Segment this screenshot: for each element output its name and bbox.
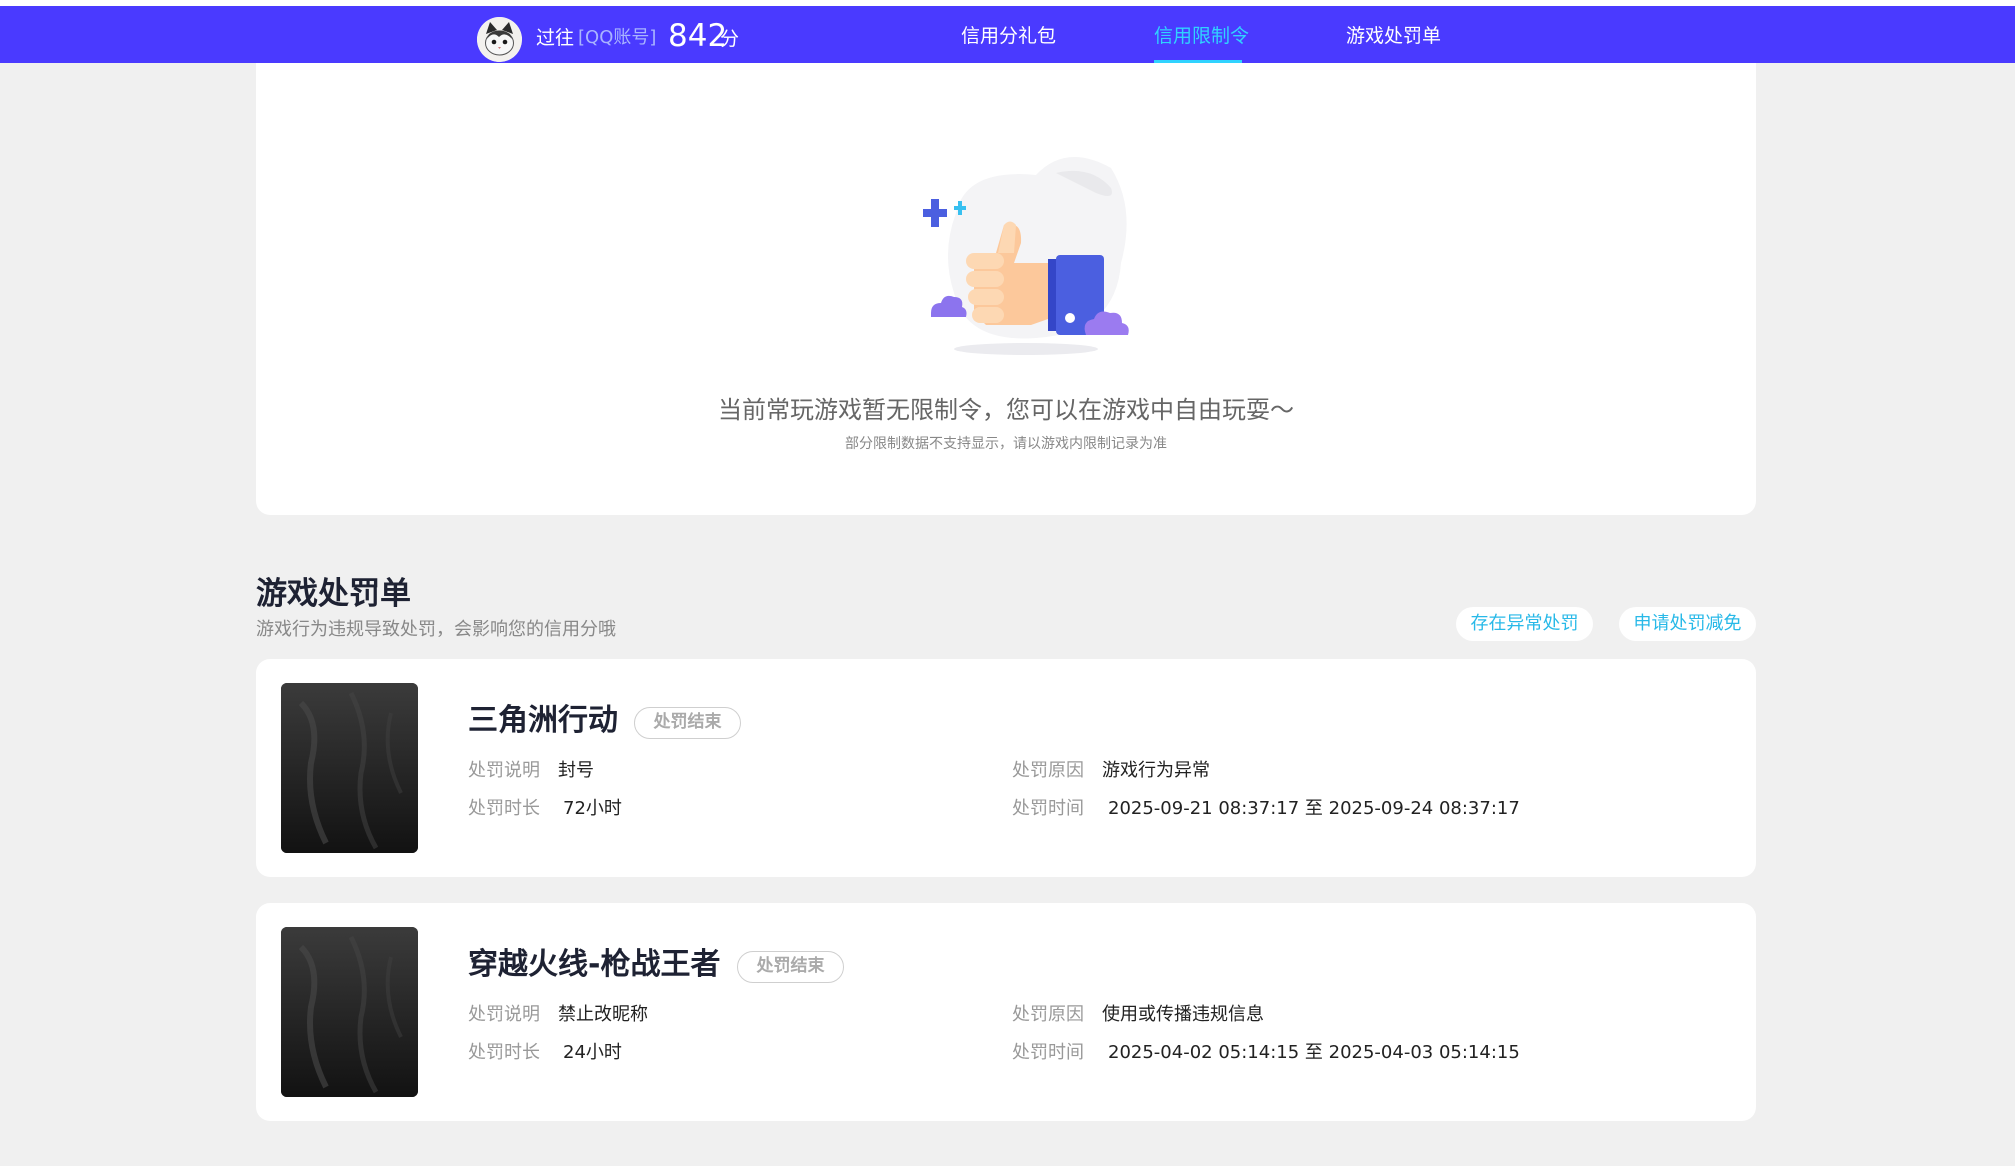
penalty-time-label: 处罚时间 [1012,798,1084,819]
penalty-section-title: 游戏处罚单 [256,576,411,612]
penalty-desc-label: 处罚说明 [468,760,540,781]
score-unit: 分 [720,28,740,50]
status-badge: 处罚结束 [737,951,844,983]
thumbs-up-illustration-icon [923,157,1129,355]
penalty-reason-value: 使用或传播违规信息 [1102,1004,1264,1025]
tab-credit-gift[interactable]: 信用分礼包 [961,20,1056,52]
game-thumbnail [281,927,418,1097]
empty-state-title: 当前常玩游戏暂无限制令，您可以在游戏中自由玩耍～ [718,396,1294,424]
game-cover-image-icon [281,683,418,853]
penalty-desc-value: 封号 [558,760,594,781]
penalty-reason-label: 处罚原因 [1012,1004,1084,1025]
apply-reduction-button[interactable]: 申请处罚减免 [1619,607,1756,641]
cat-avatar-icon [477,17,522,62]
status-badge: 处罚结束 [634,707,741,739]
penalty-duration-label: 处罚时长 [468,1042,540,1063]
tab-credit-restriction[interactable]: 信用限制令 [1154,20,1249,52]
tab-game-penalty[interactable]: 游戏处罚单 [1346,20,1441,52]
top-nav-bar: 过往 [QQ账号] 842 分 信用分礼包 信用限制令 游戏处罚单 [0,6,2015,63]
game-cover-image-icon [281,927,418,1097]
penalty-reason-label: 处罚原因 [1012,760,1084,781]
empty-state-subtitle: 部分限制数据不支持显示，请以游戏内限制记录为准 [845,436,1167,452]
penalty-duration-label: 处罚时长 [468,798,540,819]
penalty-reason-value: 游戏行为异常 [1102,760,1210,781]
penalty-desc-label: 处罚说明 [468,1004,540,1025]
avatar[interactable] [477,17,522,62]
credit-score: 842 [668,18,728,54]
penalty-section-subtitle: 游戏行为违规导致处罚，会影响您的信用分哦 [256,619,616,640]
penalty-duration-value: 72小时 [563,798,622,819]
penalty-card[interactable]: 穿越火线-枪战王者 处罚结束 处罚说明 禁止改昵称 处罚时长 24小时 处罚原因… [256,903,1756,1121]
penalty-time-value: 2025-04-02 05:14:15 至 2025-04-03 05:14:1… [1108,1042,1520,1063]
penalty-desc-value: 禁止改昵称 [558,1004,648,1025]
penalty-time-value: 2025-09-21 08:37:17 至 2025-09-24 08:37:1… [1108,798,1520,819]
penalty-duration-value: 24小时 [563,1042,622,1063]
penalty-time-label: 处罚时间 [1012,1042,1084,1063]
user-name: 过往 [536,27,575,49]
game-name: 穿越火线-枪战王者 [468,947,721,982]
game-name: 三角洲行动 [468,703,618,738]
penalty-card[interactable]: 三角洲行动 处罚结束 处罚说明 封号 处罚时长 72小时 处罚原因 游戏行为异常… [256,659,1756,877]
account-type: [QQ账号] [578,27,657,48]
abnormal-penalty-button[interactable]: 存在异常处罚 [1456,607,1593,641]
restriction-card: 当前常玩游戏暂无限制令，您可以在游戏中自由玩耍～ 部分限制数据不支持显示，请以游… [256,63,1756,515]
game-thumbnail [281,683,418,853]
